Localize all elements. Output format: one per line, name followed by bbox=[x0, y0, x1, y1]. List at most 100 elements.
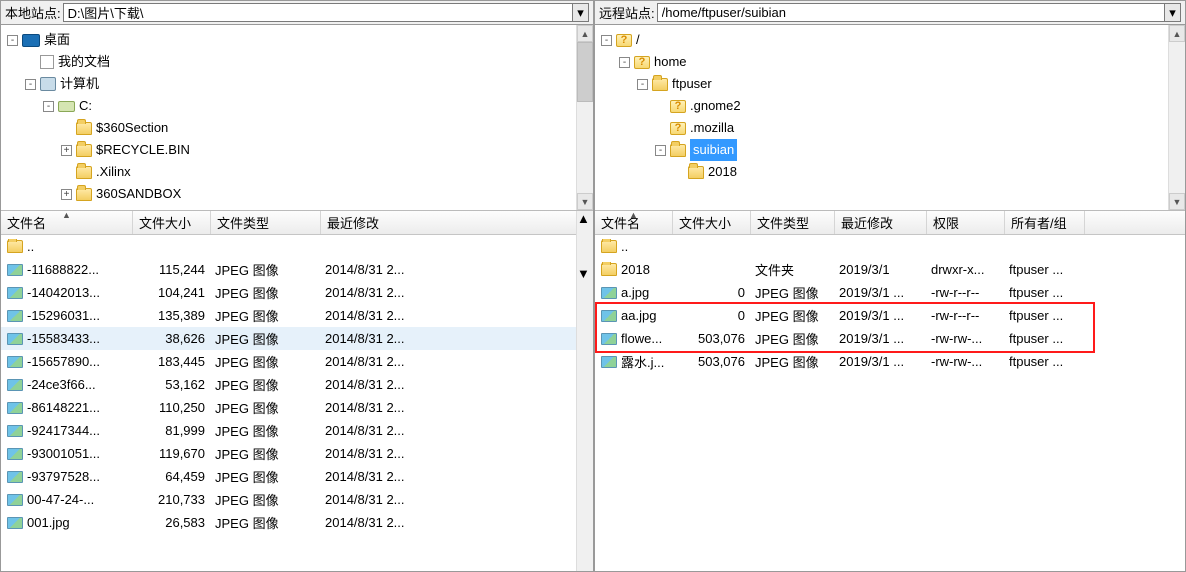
file-row[interactable]: aa.jpg0JPEG 图像2019/3/1 ...-rw-r--r--ftpu… bbox=[595, 304, 1185, 327]
file-row[interactable]: -14042013...104,241JPEG 图像2014/8/31 2... bbox=[1, 281, 593, 304]
file-row[interactable]: 露水.j...503,076JPEG 图像2019/3/1 ...-rw-rw-… bbox=[595, 350, 1185, 373]
column-header[interactable]: 最近修改 bbox=[835, 211, 927, 234]
cell-name: -92417344... bbox=[3, 423, 135, 438]
file-row[interactable]: -11688822...115,244JPEG 图像2014/8/31 2... bbox=[1, 258, 593, 281]
local-path-dropdown[interactable]: ▾ bbox=[573, 3, 589, 22]
local-tree[interactable]: -桌面我的文档-计算机-C:$360Section+$RECYCLE.BIN.X… bbox=[1, 25, 593, 211]
cell-mod: 2019/3/1 ... bbox=[837, 331, 929, 346]
tree-node[interactable]: 2018 bbox=[601, 161, 1183, 183]
scroll-thumb[interactable] bbox=[577, 226, 593, 266]
file-row[interactable]: -93001051...119,670JPEG 图像2014/8/31 2... bbox=[1, 442, 593, 465]
remote-tree[interactable]: -?/-?home-ftpuser?.gnome2?.mozilla-suibi… bbox=[595, 25, 1185, 211]
file-row[interactable]: -24ce3f66...53,162JPEG 图像2014/8/31 2... bbox=[1, 373, 593, 396]
tree-node[interactable]: +$RECYCLE.BIN bbox=[7, 139, 591, 161]
file-row[interactable]: .. bbox=[1, 235, 593, 258]
tree-node[interactable]: .Xilinx bbox=[7, 161, 591, 183]
cell-name: -11688822... bbox=[3, 262, 135, 277]
collapse-icon[interactable]: - bbox=[601, 35, 612, 46]
remote-path-input[interactable] bbox=[657, 3, 1165, 22]
tree-node[interactable]: -?home bbox=[601, 51, 1183, 73]
tree-label: .Xilinx bbox=[96, 161, 131, 183]
column-header[interactable]: 文件类型 bbox=[211, 211, 321, 234]
column-header[interactable]: 文件大小 bbox=[133, 211, 211, 234]
cell-type: JPEG 图像 bbox=[753, 283, 837, 302]
tree-node[interactable]: -桌面 bbox=[7, 29, 591, 51]
file-row[interactable]: 2018文件夹2019/3/1drwxr-x...ftpuser ... bbox=[595, 258, 1185, 281]
file-row[interactable]: .. bbox=[595, 235, 1185, 258]
collapse-icon[interactable]: - bbox=[7, 35, 18, 46]
cell-name: 001.jpg bbox=[3, 515, 135, 530]
scroll-up-icon[interactable]: ▲ bbox=[577, 25, 593, 42]
file-row[interactable]: 001.jpg26,583JPEG 图像2014/8/31 2... bbox=[1, 511, 593, 534]
tree-label: 我的文档 bbox=[58, 51, 110, 73]
column-header[interactable]: 文件类型 bbox=[751, 211, 835, 234]
file-row[interactable]: -93797528...64,459JPEG 图像2014/8/31 2... bbox=[1, 465, 593, 488]
scroll-thumb[interactable] bbox=[577, 42, 593, 102]
file-row[interactable]: a.jpg0JPEG 图像2019/3/1 ...-rw-r--r--ftpus… bbox=[595, 281, 1185, 304]
collapse-icon[interactable]: - bbox=[25, 79, 36, 90]
collapse-icon[interactable]: - bbox=[655, 145, 666, 156]
cell-own: ftpuser ... bbox=[1007, 285, 1087, 300]
cell-size: 0 bbox=[675, 308, 753, 323]
file-name: -15296031... bbox=[27, 308, 100, 323]
tree-label: $360Section bbox=[96, 117, 168, 139]
tree-node[interactable]: +360SANDBOX bbox=[7, 183, 591, 205]
local-tree-scrollbar[interactable]: ▲ ▼ bbox=[576, 25, 593, 210]
tree-node[interactable]: 我的文档 bbox=[7, 51, 591, 73]
column-header[interactable]: 文件名▲ bbox=[1, 211, 133, 234]
tree-node[interactable]: -计算机 bbox=[7, 73, 591, 95]
tree-node[interactable]: $360Section bbox=[7, 117, 591, 139]
tree-node[interactable]: -ftpuser bbox=[601, 73, 1183, 95]
remote-path-dropdown[interactable]: ▾ bbox=[1165, 3, 1181, 22]
scroll-up-icon[interactable]: ▲ bbox=[1169, 25, 1185, 42]
tree-node[interactable]: ?.mozilla bbox=[601, 117, 1183, 139]
cell-perm: -rw-rw-... bbox=[929, 331, 1007, 346]
file-name: flowe... bbox=[621, 331, 662, 346]
expand-icon[interactable]: + bbox=[61, 189, 72, 200]
tree-node[interactable]: ?.gnome2 bbox=[601, 95, 1183, 117]
file-row[interactable]: -86148221...110,250JPEG 图像2014/8/31 2... bbox=[1, 396, 593, 419]
local-list-scrollbar[interactable]: ▲ ▼ bbox=[576, 211, 593, 571]
tree-node[interactable]: -C: bbox=[7, 95, 591, 117]
scroll-down-icon[interactable]: ▼ bbox=[1169, 193, 1185, 210]
tree-node[interactable]: -suibian bbox=[601, 139, 1183, 161]
scroll-up-icon[interactable]: ▲ bbox=[577, 211, 593, 226]
expander-blank bbox=[655, 123, 666, 134]
file-row[interactable]: -92417344...81,999JPEG 图像2014/8/31 2... bbox=[1, 419, 593, 442]
scroll-down-icon[interactable]: ▼ bbox=[577, 193, 593, 210]
scroll-down-icon[interactable]: ▼ bbox=[577, 266, 593, 281]
cell-size: 503,076 bbox=[675, 354, 753, 369]
column-header[interactable]: 文件名▲ bbox=[595, 211, 673, 234]
column-header[interactable]: 权限 bbox=[927, 211, 1005, 234]
cell-type: JPEG 图像 bbox=[213, 260, 323, 279]
tree-label: / bbox=[636, 29, 640, 51]
file-row[interactable]: -15657890...183,445JPEG 图像2014/8/31 2... bbox=[1, 350, 593, 373]
cell-type: 文件夹 bbox=[753, 260, 837, 279]
column-header[interactable]: 所有者/组 bbox=[1005, 211, 1085, 234]
column-header[interactable]: 文件大小 bbox=[673, 211, 751, 234]
expand-icon[interactable]: + bbox=[61, 145, 72, 156]
cell-type: JPEG 图像 bbox=[213, 444, 323, 463]
remote-file-list[interactable]: 文件名▲文件大小文件类型最近修改权限所有者/组 ..2018文件夹2019/3/… bbox=[595, 211, 1185, 571]
jpeg-icon bbox=[7, 379, 23, 391]
local-file-list[interactable]: 文件名▲文件大小文件类型最近修改 ..-11688822...115,244JP… bbox=[1, 211, 593, 571]
collapse-icon[interactable]: - bbox=[43, 101, 54, 112]
tree-node[interactable]: -?/ bbox=[601, 29, 1183, 51]
remote-tree-scrollbar[interactable]: ▲ ▼ bbox=[1168, 25, 1185, 210]
cell-mod: 2019/3/1 ... bbox=[837, 354, 929, 369]
local-path-input[interactable] bbox=[63, 3, 573, 22]
cell-size: 503,076 bbox=[675, 331, 753, 346]
collapse-icon[interactable]: - bbox=[619, 57, 630, 68]
collapse-icon[interactable]: - bbox=[637, 79, 648, 90]
file-row[interactable]: flowe...503,076JPEG 图像2019/3/1 ...-rw-rw… bbox=[595, 327, 1185, 350]
cell-mod: 2019/3/1 bbox=[837, 262, 929, 277]
file-row[interactable]: 00-47-24-...210,733JPEG 图像2014/8/31 2... bbox=[1, 488, 593, 511]
column-header[interactable]: 最近修改 bbox=[321, 211, 581, 234]
jpeg-icon bbox=[7, 356, 23, 368]
file-name: 00-47-24-... bbox=[27, 492, 94, 507]
file-row[interactable]: -15583433...38,626JPEG 图像2014/8/31 2... bbox=[1, 327, 593, 350]
cell-type: JPEG 图像 bbox=[213, 421, 323, 440]
folder-icon bbox=[76, 122, 92, 135]
cell-name: 00-47-24-... bbox=[3, 492, 135, 507]
file-row[interactable]: -15296031...135,389JPEG 图像2014/8/31 2... bbox=[1, 304, 593, 327]
